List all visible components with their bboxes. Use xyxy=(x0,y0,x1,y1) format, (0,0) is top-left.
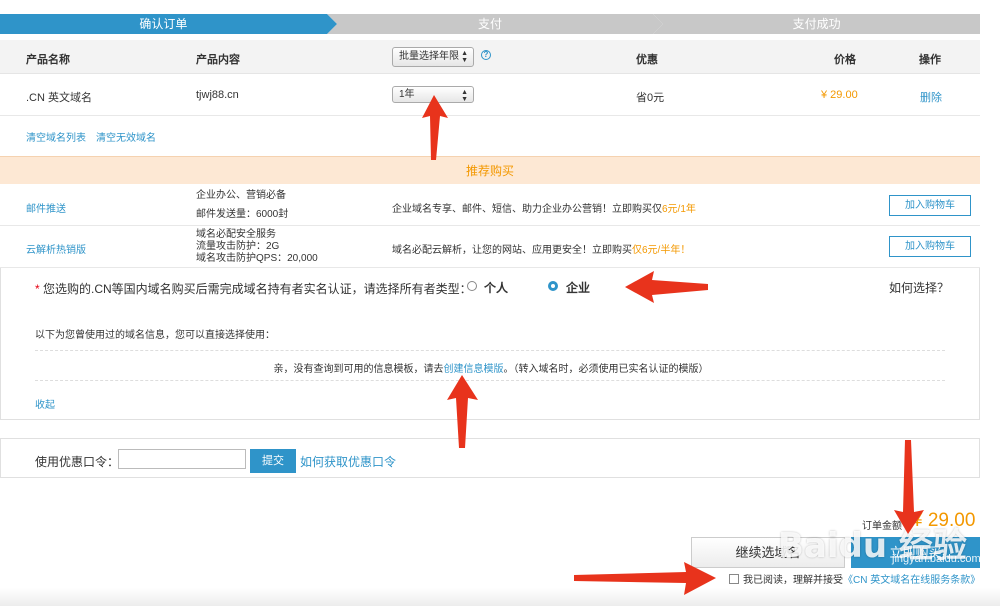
collapse-link[interactable]: 收起 xyxy=(35,396,55,411)
agree-checkbox[interactable] xyxy=(729,574,739,584)
batch-year-select-value: 批量选择年限 xyxy=(399,51,459,62)
coupon-panel: 使用优惠口令： 提交 如何获取优惠口令 xyxy=(0,438,980,478)
required-star: * xyxy=(35,282,40,296)
coupon-input[interactable] xyxy=(118,449,246,469)
cart-row-discount: 省0元 xyxy=(636,92,665,104)
recommend-item-desc: 企业办公、营销必备 xyxy=(196,190,286,201)
owner-type-question: * 您选购的.CN等国内域名购买后需完成域名持有者实名认证，请选择所有者类型： xyxy=(35,280,472,297)
step-pay: 支付 xyxy=(326,14,664,34)
how-get-coupon-link[interactable]: 如何获取优惠口令 xyxy=(300,453,396,470)
recommend-msg-text: 域名必配云解析，让您的网站、应用更安全！立即购买 xyxy=(392,245,632,256)
header-discount: 优惠 xyxy=(636,54,658,66)
watermark-url: jingyan.baidu.com xyxy=(892,553,981,565)
no-template-pre: 亲，没有查询到可用的信息模板，请去 xyxy=(273,364,444,375)
header-product-name: 产品名称 xyxy=(26,54,70,66)
owner-type-panel: * 您选购的.CN等国内域名购买后需完成域名持有者实名认证，请选择所有者类型： … xyxy=(0,268,980,420)
divider xyxy=(35,380,945,381)
recommend-msg-text: 企业域名专享、邮件、短信、助力企业办公营销！立即购买仅 xyxy=(392,204,662,215)
recommend-item-desc: 域名攻击防护QPS：20,000 xyxy=(196,253,318,264)
select-arrows-icon: ▲ ▼ xyxy=(461,89,468,103)
recommend-item-msg: 企业域名专享、邮件、短信、助力企业办公营销！立即购买仅6元/1年 xyxy=(392,200,696,215)
recommend-item-name[interactable]: 邮件推送 xyxy=(26,200,66,215)
recommend-item-desc: 邮件发送量：6000封 xyxy=(196,209,289,220)
create-template-link[interactable]: 创建信息模版 xyxy=(444,364,504,375)
terms-link[interactable]: 《CN 英文域名在线服务条款》 xyxy=(843,575,980,586)
recommend-title: 推荐购买 xyxy=(0,156,980,184)
header-price: 价格 xyxy=(834,54,856,66)
step-pay-success: 支付成功 xyxy=(653,14,981,34)
delete-link[interactable]: 删除 xyxy=(920,89,942,105)
coupon-submit-button[interactable]: 提交 xyxy=(250,449,296,473)
year-select[interactable]: 1年 ▲ ▼ xyxy=(392,86,474,103)
no-template-post: 。（转入域名时，必须使用已实名认证的模版） xyxy=(503,364,709,375)
divider xyxy=(35,350,945,351)
recommend-item-desc: 域名必配安全服务 xyxy=(196,229,276,240)
select-arrows-icon: ▲ ▼ xyxy=(461,50,468,64)
add-to-cart-button[interactable]: 加入购物车 xyxy=(889,236,971,257)
agreement: 我已阅读，理解并接受《CN 英文域名在线服务条款》 xyxy=(729,571,980,586)
personal-label[interactable]: 个人 xyxy=(484,279,508,296)
checkout-steps: 确认订单 支付 支付成功 xyxy=(0,14,981,34)
cart-row-name: .CN 英文域名 xyxy=(26,92,92,104)
recommend-msg-price: 6元/1年 xyxy=(662,204,696,215)
cart-row-content: tjwj88.cn xyxy=(196,89,239,101)
recommend-msg-price: 仅6元/半年！ xyxy=(632,245,691,256)
recommend-item: 云解析热销版 域名必配安全服务 流量攻击防护：2G 域名攻击防护QPS：20,0… xyxy=(0,226,980,268)
enterprise-radio[interactable] xyxy=(548,281,558,291)
personal-radio[interactable] xyxy=(467,281,477,291)
help-icon[interactable]: ? xyxy=(481,50,491,60)
template-hint: 以下为您曾使用过的域名信息，您可以直接选择使用： xyxy=(35,330,275,341)
order-page: 确认订单 支付 支付成功 产品名称 产品内容 优惠 价格 操作 批量选择年限 ▲… xyxy=(0,0,1000,606)
recommend-item-desc: 流量攻击防护：2G xyxy=(196,241,280,252)
cart-row: .CN 英文域名 tjwj88.cn 省0元 ¥ 29.00 删除 xyxy=(0,74,980,116)
recommend-item: 邮件推送 企业办公、营销必备 邮件发送量：6000封 企业域名专享、邮件、短信、… xyxy=(0,184,980,226)
owner-type-question-text: 您选购的.CN等国内域名购买后需完成域名持有者实名认证，请选择所有者类型： xyxy=(43,282,472,296)
how-to-choose-link[interactable]: 如何选择？ xyxy=(889,279,949,296)
cart-row-price: ¥ 29.00 xyxy=(821,89,858,101)
step-confirm-order: 确认订单 xyxy=(0,14,337,34)
agree-text: 我已阅读，理解并接受 xyxy=(743,575,843,586)
header-product-content: 产品内容 xyxy=(196,54,240,66)
bottom-fade xyxy=(0,588,1000,606)
coupon-label: 使用优惠口令： xyxy=(35,455,120,469)
add-to-cart-button[interactable]: 加入购物车 xyxy=(889,195,971,216)
no-template-message: 亲，没有查询到可用的信息模板，请去创建信息模版。（转入域名时，必须使用已实名认证… xyxy=(1,360,981,375)
clear-invalid-link[interactable]: 清空无效域名 xyxy=(96,129,156,144)
recommend-item-msg: 域名必配云解析，让您的网站、应用更安全！立即购买仅6元/半年！ xyxy=(392,241,690,256)
batch-year-select[interactable]: 批量选择年限 ▲ ▼ xyxy=(392,47,474,67)
clear-list-link[interactable]: 清空域名列表 xyxy=(26,129,86,144)
header-action: 操作 xyxy=(919,54,941,66)
enterprise-label[interactable]: 企业 xyxy=(566,279,590,296)
year-select-value: 1年 xyxy=(399,89,415,100)
recommend-item-name[interactable]: 云解析热销版 xyxy=(26,241,86,256)
